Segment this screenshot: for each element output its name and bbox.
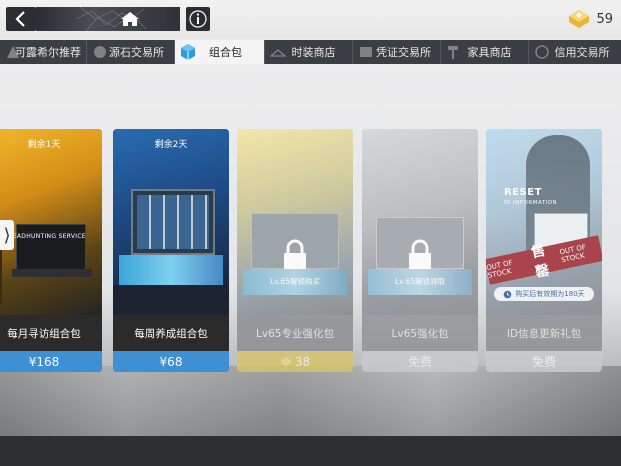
currency-display[interactable]: 59 <box>566 6 613 32</box>
info-icon <box>189 10 207 28</box>
package-name: 每周养成组合包 <box>134 327 208 340</box>
price-button[interactable]: 38 <box>237 351 353 372</box>
price-button[interactable]: 免费 <box>362 351 478 372</box>
package-icon <box>181 44 195 60</box>
tab-label: 凭证交易所 <box>376 46 431 59</box>
top-bar: 59 <box>0 0 621 38</box>
tab-outfit[interactable]: 时装商店 <box>265 40 353 64</box>
package-name: Lv65专业强化包 <box>256 327 334 340</box>
back-icon <box>15 11 25 27</box>
tab-label: 时装商店 <box>291 46 336 59</box>
tab-voucher[interactable]: 凭证交易所 <box>353 40 441 64</box>
premium-currency-icon <box>569 10 590 28</box>
package-art-label: HEADHUNTING SERVICE <box>8 233 86 240</box>
hanger-icon <box>269 49 287 57</box>
package-card-lv65[interactable]: Lv.65解锁领取 Lv65强化包 免费 <box>362 129 478 372</box>
tab-package[interactable]: 组合包 <box>175 40 265 64</box>
sold-out-stamp: OUT OF STOCK 售罄 OUT OF STOCK <box>486 235 602 285</box>
voucher-icon <box>360 47 372 57</box>
validity-note: 购买后有效期为180天 <box>494 287 594 301</box>
package-art-title: RESET <box>504 187 542 198</box>
lock-icon <box>284 239 306 269</box>
shop-tabs: 可露希尔推荐 源石交易所 组合包 时装商店 凭证交易所 家具商店 信用交易所 <box>0 40 621 64</box>
tab-label: 可露希尔推荐 <box>15 46 81 59</box>
package-name: ID信息更新礼包 <box>506 327 582 340</box>
package-card-weekly-training[interactable]: 剩余2天 每周养成组合包 ¥68 <box>113 129 229 372</box>
home-icon <box>121 12 139 26</box>
unlock-requirement: Lv.65解锁购买 <box>270 277 320 286</box>
package-art: Lv.65解锁领取 <box>362 129 478 315</box>
premium-currency-icon <box>280 356 291 366</box>
tab-recommend[interactable]: 可露希尔推荐 <box>0 40 87 64</box>
bottom-bar <box>0 436 621 466</box>
recommend-icon <box>7 46 19 58</box>
scroll-left-button[interactable]: ⟩ <box>0 220 14 250</box>
package-art: Lv.65解锁购买 <box>237 129 353 315</box>
price-button[interactable]: ¥168 <box>0 351 102 372</box>
clock-icon <box>504 290 512 298</box>
hammer-icon <box>448 46 458 59</box>
package-card-monthly-headhunting[interactable]: HEADHUNTING SERVICE 剩余1天 每月寻访组合包 ¥168 <box>0 129 102 372</box>
package-art: HEADHUNTING SERVICE <box>0 129 102 315</box>
unlock-requirement: Lv.65解锁领取 <box>395 277 445 286</box>
validity-text: 购买后有效期为180天 <box>515 290 585 298</box>
chevron-left-icon: ⟩ <box>3 224 11 246</box>
tab-label: 家具商店 <box>467 46 512 59</box>
tab-credit[interactable]: 信用交易所 <box>529 40 621 64</box>
currency-amount: 59 <box>596 11 613 27</box>
background-scene <box>0 366 621 436</box>
tab-label: 源石交易所 <box>109 46 164 59</box>
price-value: 38 <box>294 354 311 369</box>
days-remaining: 剩余1天 <box>27 140 61 150</box>
info-button[interactable] <box>186 7 210 31</box>
back-button[interactable] <box>6 7 36 31</box>
sold-out-text: 售罄 <box>529 242 551 281</box>
sold-out-label: OUT OF STOCK <box>558 243 587 265</box>
package-art <box>113 129 229 315</box>
tab-originium[interactable]: 源石交易所 <box>87 40 175 64</box>
package-art-subtitle: ID INFORMATION <box>504 200 558 206</box>
package-name: 每月寻访组合包 <box>7 327 81 340</box>
credit-icon <box>535 45 549 59</box>
package-card-id-update[interactable]: RESET ID INFORMATION OUT OF STOCK 售罄 OUT… <box>486 129 602 372</box>
price-button[interactable]: ¥68 <box>113 351 229 372</box>
tab-label: 信用交易所 <box>554 46 610 59</box>
lock-icon <box>409 239 431 269</box>
originium-icon <box>94 46 106 58</box>
tab-label: 组合包 <box>209 46 242 59</box>
home-button[interactable] <box>80 7 180 31</box>
tab-furniture[interactable]: 家具商店 <box>441 40 529 64</box>
package-art: RESET ID INFORMATION OUT OF STOCK 售罄 OUT… <box>486 129 602 315</box>
package-name: Lv65强化包 <box>391 327 449 340</box>
package-showcase: HEADHUNTING SERVICE 剩余1天 每月寻访组合包 ¥168 剩余… <box>0 64 621 436</box>
package-card-lv65-pro[interactable]: Lv.65解锁购买 Lv65专业强化包 38 <box>237 129 353 372</box>
sold-out-label: OUT OF STOCK <box>486 258 514 280</box>
price-button[interactable]: 免费 <box>486 351 602 372</box>
days-remaining: 剩余2天 <box>154 140 188 150</box>
